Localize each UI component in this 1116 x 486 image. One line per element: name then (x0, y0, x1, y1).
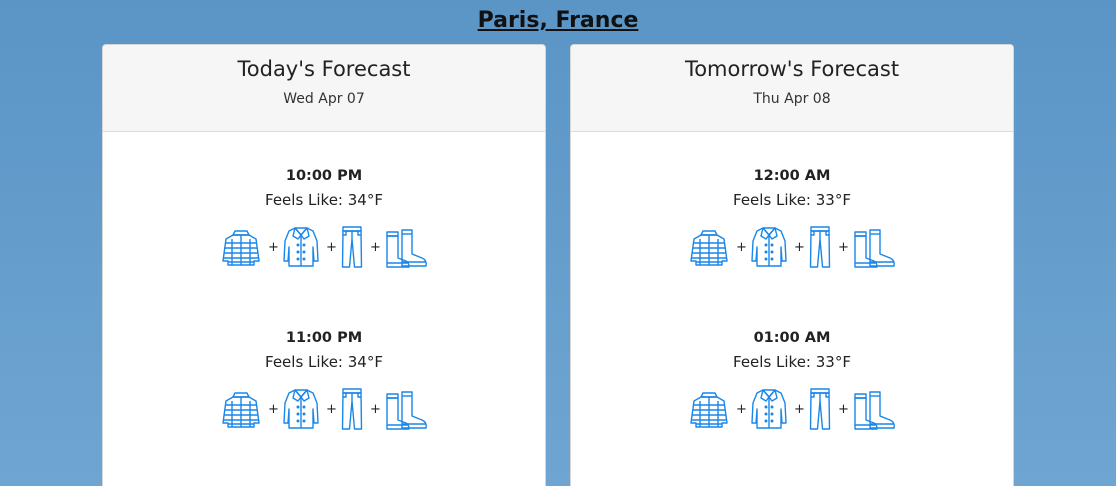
pants-icon (808, 225, 832, 269)
feels-like-text: Feels Like: 33°F (733, 191, 851, 209)
feels-like-text: Feels Like: 34°F (265, 191, 383, 209)
plus-separator: + (838, 239, 849, 255)
boots-icon (384, 388, 428, 430)
outfit-row: + + + (103, 386, 545, 432)
plus-separator: + (736, 239, 747, 255)
card-title: Tomorrow's Forecast (684, 57, 900, 81)
card-date: Wed Apr 07 (283, 91, 365, 107)
card-title: Today's Forecast (237, 57, 411, 81)
puffer-jacket-icon (688, 226, 730, 268)
plus-separator: + (370, 401, 381, 417)
forecast-card-tomorrow: Tomorrow's Forecast Thu Apr 08 12:00 AM … (570, 44, 1014, 486)
hour-time: 11:00 PM (285, 330, 363, 346)
outfit-row: + + + (571, 224, 1013, 270)
pants-icon (808, 387, 832, 431)
hour-block: 01:00 AM Feels Like: 33°F + + + (571, 328, 1013, 486)
boots-icon (852, 388, 896, 430)
card-body: 10:00 PM Feels Like: 34°F + + + 11:00 PM F… (103, 132, 545, 486)
coat-icon (750, 387, 788, 431)
plus-separator: + (838, 401, 849, 417)
outfit-row: + + + (571, 386, 1013, 432)
puffer-jacket-icon (688, 388, 730, 430)
coat-icon (282, 387, 320, 431)
plus-separator: + (326, 401, 337, 417)
plus-separator: + (268, 401, 279, 417)
hour-block: 11:00 PM Feels Like: 34°F + + + (103, 328, 545, 486)
location-link[interactable]: Paris, France (0, 6, 1116, 36)
boots-icon (852, 226, 896, 268)
card-body: 12:00 AM Feels Like: 33°F + + + 01:00 AM F… (571, 132, 1013, 486)
coat-icon (750, 225, 788, 269)
hour-time: 12:00 AM (753, 168, 831, 184)
plus-separator: + (326, 239, 337, 255)
feels-like-text: Feels Like: 34°F (265, 353, 383, 371)
plus-separator: + (794, 401, 805, 417)
boots-icon (384, 226, 428, 268)
feels-like-text: Feels Like: 33°F (733, 353, 851, 371)
puffer-jacket-icon (220, 388, 262, 430)
card-header: Today's Forecast Wed Apr 07 (103, 45, 545, 132)
plus-separator: + (370, 239, 381, 255)
card-date: Thu Apr 08 (753, 91, 831, 107)
card-header: Tomorrow's Forecast Thu Apr 08 (571, 45, 1013, 132)
hour-time: 10:00 PM (285, 168, 363, 184)
plus-separator: + (794, 239, 805, 255)
pants-icon (340, 225, 364, 269)
puffer-jacket-icon (220, 226, 262, 268)
hour-block: 12:00 AM Feels Like: 33°F + + + (571, 166, 1013, 328)
outfit-row: + + + (103, 224, 545, 270)
hour-time: 01:00 AM (753, 330, 831, 346)
plus-separator: + (268, 239, 279, 255)
plus-separator: + (736, 401, 747, 417)
hour-block: 10:00 PM Feels Like: 34°F + + + (103, 166, 545, 328)
pants-icon (340, 387, 364, 431)
coat-icon (282, 225, 320, 269)
forecast-card-today: Today's Forecast Wed Apr 07 10:00 PM Fee… (102, 44, 546, 486)
